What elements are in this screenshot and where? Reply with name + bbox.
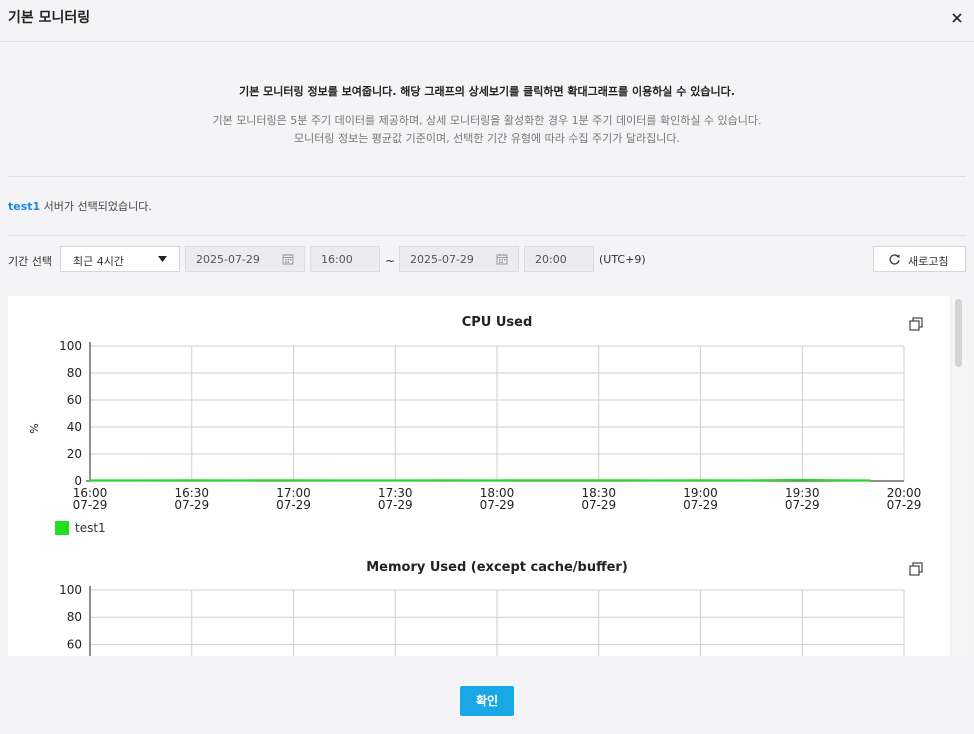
server-selection-note: test1 서버가 선택되었습니다. [8,177,966,236]
refresh-button-label: 새로고침 [908,255,949,268]
data-point [835,479,837,481]
data-point [648,479,651,482]
data-point [750,479,753,482]
dialog-header: 기본 모니터링 [0,0,974,42]
data-point [292,479,295,481]
expand-icon-front [909,565,920,576]
intro-sub-text-1: 기본 모니터링은 5분 주기 데이터를 제공하며, 상세 모니터링을 활성화한 … [212,114,762,127]
data-point [394,479,397,482]
period-select[interactable]: 최근 4시간 [60,246,180,272]
chart-panel-scrollbar[interactable] [950,296,966,656]
data-point [89,479,91,482]
end-date-field[interactable]: 2025-07-29 [399,246,519,272]
refresh-icon [889,254,900,265]
server-name: test1 [8,200,41,213]
close-button[interactable] [948,9,966,27]
data-point [869,479,871,482]
end-time-field[interactable]: 20:00 [524,246,594,272]
start-time-field[interactable]: 16:00 [310,246,380,272]
data-point [140,479,142,482]
calendar-icon [496,254,508,265]
intro-main-text: 기본 모니터링 정보를 보여줍니다. 해당 그래프의 상세보기를 클릭하면 확대… [239,85,735,98]
chart-panel[interactable]: CPU Used% 0 20 40 60 80 100 16:00 07-29 16:30 07-2… [8,296,966,656]
start-time-value: 16:00 [321,253,353,266]
intro-sub-text-2: 모니터링 정보는 평균값 기준이며, 선택한 기간 유형에 따라 수집 주기가 … [293,132,681,145]
y-tick-label: 100 [59,339,82,353]
data-point [699,479,702,481]
intro-section: 기본 모니터링 정보를 보여줍니다. 해당 그래프의 상세보기를 클릭하면 확대… [8,42,966,177]
data-point [547,479,549,481]
x-tick-date: 07-29 [683,498,718,512]
x-tick-date: 07-29 [887,498,922,512]
chart-title: Memory Used (except cache/buffer) [366,560,628,575]
x-tick-date: 07-29 [174,498,209,512]
dialog-title: 기본 모니터링 [8,10,91,26]
x-tick-date: 07-29 [480,498,515,512]
data-point [241,479,244,482]
period-label: 기간 선택 [8,255,52,268]
start-date-field[interactable]: 2025-07-29 [185,246,305,272]
period-select-value: 최근 4시간 [73,255,124,268]
start-date-value: 2025-07-29 [196,253,260,266]
data-point [597,479,600,481]
y-tick-label: 80 [67,610,82,624]
confirm-button[interactable]: 확인 [460,686,514,716]
data-point [343,479,346,482]
chart-title: CPU Used [462,315,533,330]
close-icon [952,13,962,23]
x-tick-date: 07-29 [378,498,413,512]
y-tick-label: 80 [67,366,82,380]
expand-icon-front [909,320,920,331]
range-separator: ~ [385,254,396,268]
charts-canvas: CPU Used%02040608010016:0007-2916:3007-2… [28,315,923,656]
legend-label: test1 [75,521,106,535]
end-time-value: 20:00 [535,253,567,266]
data-point [496,479,498,482]
y-axis-label: % [28,423,41,433]
refresh-button[interactable]: 새로고침 [873,246,966,272]
y-tick-label: 60 [67,637,82,651]
y-tick-label: 20 [67,447,82,461]
y-tick-label: 100 [59,583,82,597]
y-tick-label: 40 [67,420,82,434]
end-date-value: 2025-07-29 [410,253,474,266]
timezone-label: (UTC+9) [599,253,646,266]
data-point [190,479,193,481]
x-tick-date: 07-29 [581,498,616,512]
caret-down-icon [158,256,167,262]
data-point [445,479,447,481]
x-tick-date: 07-29 [73,498,108,512]
legend-swatch [55,521,69,535]
data-point [801,479,804,481]
y-tick-label: 60 [67,393,82,407]
server-note-text: 서버가 선택되었습니다. [40,200,152,213]
calendar-icon [282,254,294,265]
scrollbar-thumb[interactable] [955,299,962,367]
x-tick-date: 07-29 [276,498,311,512]
x-tick-date: 07-29 [785,498,820,512]
